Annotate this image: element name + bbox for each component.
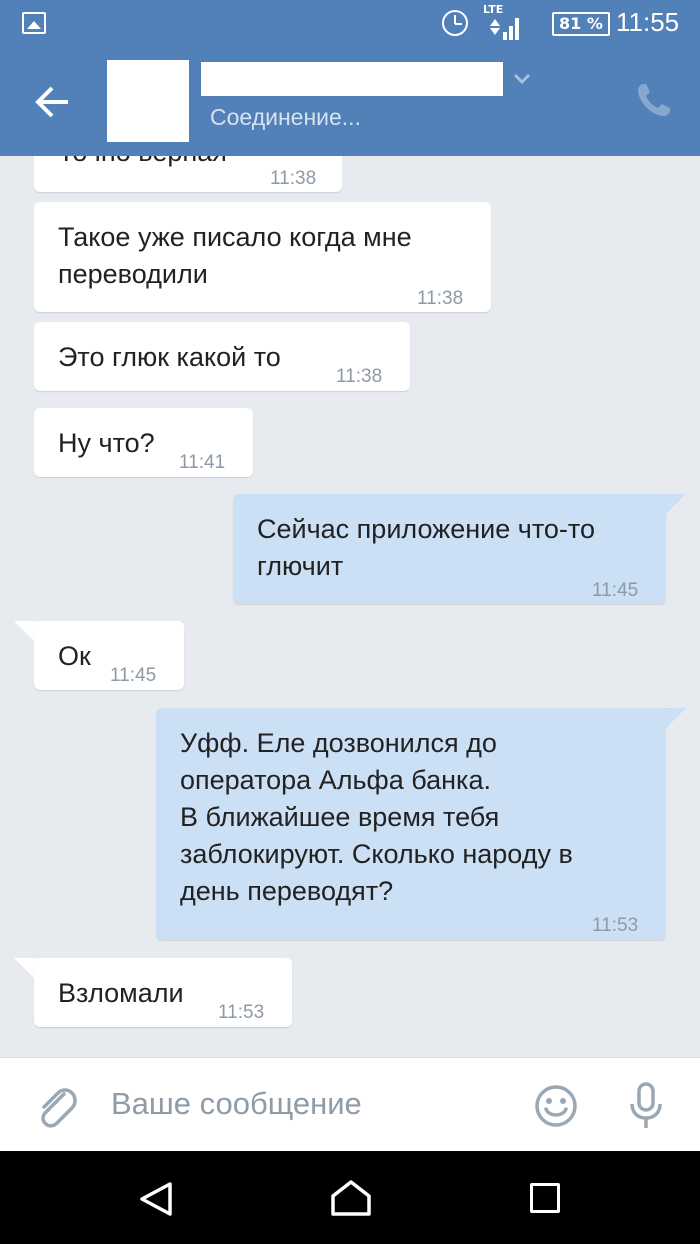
chevron-down-icon[interactable] <box>512 72 532 86</box>
message-input[interactable]: Ваше сообщение <box>111 1086 362 1122</box>
microphone-icon[interactable] <box>628 1082 664 1130</box>
message-time: 11:45 <box>592 580 639 601</box>
message-composer: Ваше сообщение <box>0 1057 700 1151</box>
message-text: Точно верная <box>58 156 227 171</box>
message-bubble-outgoing[interactable]: Уфф. Еле дозвонился до оператора Альфа б… <box>156 708 666 940</box>
message-bubble-incoming[interactable]: Это глюк какой то 11:38 <box>34 322 410 391</box>
message-text: Ок <box>58 641 91 671</box>
message-bubble-outgoing[interactable]: Сейчас приложение что-то глючит 11:45 <box>233 494 666 604</box>
bubble-tail <box>664 708 686 730</box>
message-time: 11:41 <box>179 452 226 473</box>
alarm-icon <box>442 10 468 36</box>
arrow-left-icon[interactable] <box>30 82 74 122</box>
message-text: Уфф. Еле дозвонился до оператора Альфа б… <box>180 728 573 906</box>
smiley-icon[interactable] <box>534 1084 578 1128</box>
avatar[interactable] <box>107 60 189 142</box>
bubble-tail <box>14 621 36 643</box>
message-text: Взломали <box>58 978 184 1008</box>
paperclip-icon[interactable] <box>34 1084 78 1130</box>
bubble-tail <box>14 958 36 980</box>
message-time: 11:53 <box>592 915 639 936</box>
message-text: Такое уже писало когда мне переводили <box>58 222 412 289</box>
gallery-notification-icon <box>22 12 46 34</box>
message-bubble-incoming[interactable]: Ок 11:45 <box>34 621 184 690</box>
message-bubble-incoming[interactable]: Взломали 11:53 <box>34 958 292 1027</box>
message-time: 11:38 <box>417 288 464 309</box>
chat-header: Соединение... <box>0 48 700 156</box>
bubble-tail <box>664 494 686 516</box>
nav-back-icon[interactable] <box>138 1181 174 1217</box>
contact-name-redacted[interactable] <box>201 62 503 96</box>
message-text: Сейчас приложение что-то глючит <box>257 514 595 581</box>
message-time: 11:38 <box>270 168 317 189</box>
message-bubble-incoming[interactable]: Ну что? 11:41 <box>34 408 253 477</box>
message-bubble-incoming[interactable]: Такое уже писало когда мне переводили 11… <box>34 202 491 312</box>
message-time: 11:53 <box>218 1002 265 1023</box>
battery-indicator: 81 % <box>552 12 610 36</box>
connection-status: Соединение... <box>210 104 361 130</box>
phone-icon[interactable] <box>634 80 674 120</box>
status-bar: LTE 81 % 11:55 <box>0 0 700 48</box>
message-text: Это глюк какой то <box>58 342 281 372</box>
message-time: 11:45 <box>110 665 157 686</box>
clock: 11:55 <box>616 7 680 37</box>
message-time: 11:38 <box>336 366 383 387</box>
nav-recent-apps-icon[interactable] <box>530 1183 560 1213</box>
message-bubble-incoming[interactable]: Точно верная 11:38 <box>34 156 342 192</box>
message-text: Ну что? <box>58 428 155 458</box>
nav-home-icon[interactable] <box>330 1179 372 1217</box>
system-nav-bar <box>0 1151 700 1244</box>
message-list[interactable]: Точно верная 11:38 Такое уже писало когд… <box>0 156 700 1056</box>
signal-icon <box>490 18 519 40</box>
